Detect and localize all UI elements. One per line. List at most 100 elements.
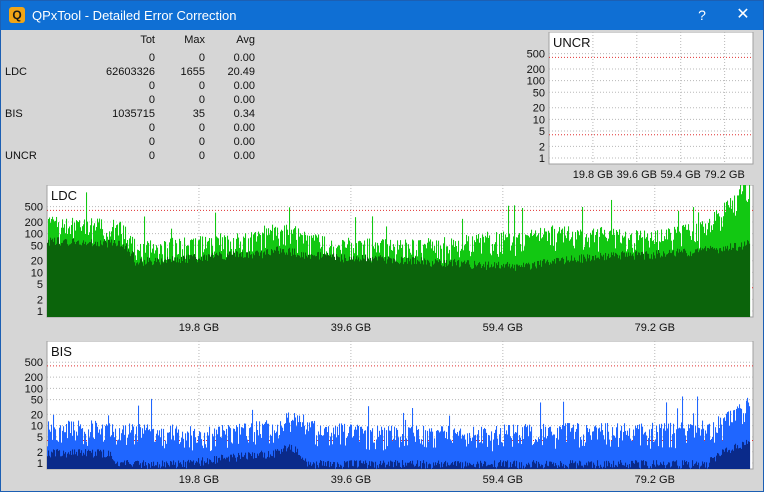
close-button[interactable]: ✕ (731, 5, 755, 25)
data-bar (465, 461, 467, 469)
data-bar (295, 254, 297, 317)
row-max: 0 (198, 122, 205, 134)
data-bar (106, 242, 108, 317)
data-bar (530, 269, 532, 317)
data-bar (377, 465, 379, 469)
data-bar (141, 437, 143, 469)
data-bar (133, 426, 135, 469)
data-bar (491, 464, 493, 469)
data-bar (290, 449, 292, 469)
data-bar (525, 424, 527, 469)
data-bar (688, 255, 690, 317)
data-bar (618, 258, 620, 317)
data-bar (67, 453, 69, 469)
data-bar (431, 428, 433, 469)
data-bar (138, 461, 140, 469)
data-bar (98, 246, 100, 317)
data-bar (514, 460, 516, 469)
data-bar (482, 466, 484, 469)
data-bar (437, 462, 439, 469)
data-bar (139, 262, 141, 317)
data-bar (558, 465, 560, 469)
data-bar (182, 466, 184, 469)
data-bar (744, 445, 746, 469)
y-tick-label: 50 (31, 240, 43, 252)
data-bar (323, 253, 325, 317)
data-bar (580, 262, 582, 317)
data-bar (176, 426, 178, 469)
data-bar (142, 262, 144, 317)
data-bar (358, 466, 360, 469)
data-bar (160, 264, 162, 317)
data-bar (724, 250, 726, 317)
data-bar (350, 460, 352, 469)
data-bar (572, 260, 574, 317)
data-bar (628, 252, 630, 317)
data-bar (392, 263, 394, 317)
data-bar (528, 262, 530, 317)
data-bar (308, 461, 310, 469)
data-bar (439, 259, 441, 317)
data-bar (518, 443, 520, 469)
data-bar (419, 466, 421, 469)
data-bar (91, 452, 93, 469)
data-bar (643, 460, 645, 469)
data-bar (180, 462, 182, 469)
data-bar (625, 256, 627, 317)
data-bar (586, 261, 588, 317)
data-bar (322, 256, 324, 317)
data-bar (121, 245, 123, 317)
data-bar (462, 262, 464, 317)
row-max: 0 (198, 150, 205, 162)
data-bar (123, 462, 125, 469)
data-bar (468, 443, 470, 469)
data-bar (62, 455, 64, 469)
data-bar (199, 258, 201, 317)
data-bar (347, 461, 349, 469)
data-bar (321, 257, 323, 317)
data-bar (533, 460, 535, 469)
data-bar (255, 458, 257, 469)
data-bar (372, 257, 374, 317)
data-bar (551, 263, 553, 317)
data-bar (370, 257, 372, 317)
data-bar (577, 463, 579, 469)
data-bar (615, 437, 617, 469)
y-tick-label: 1 (37, 306, 43, 318)
data-bar (732, 449, 734, 469)
data-bar (177, 432, 179, 469)
data-bar (202, 260, 204, 317)
data-bar (592, 431, 594, 469)
data-bar (303, 459, 305, 469)
data-bar (456, 265, 458, 317)
data-bar (251, 456, 253, 469)
data-bar (575, 260, 577, 317)
data-bar (212, 462, 214, 469)
data-bar (174, 440, 176, 469)
data-bar (700, 466, 702, 469)
data-bar (132, 424, 134, 469)
data-bar (699, 250, 701, 317)
data-bar (151, 261, 153, 317)
data-bar (592, 255, 594, 317)
data-bar (594, 260, 596, 317)
data-bar (648, 438, 650, 469)
data-bar (388, 256, 390, 317)
data-bar (701, 465, 703, 469)
data-bar (356, 460, 358, 469)
data-bar (415, 441, 417, 469)
data-bar (382, 256, 384, 317)
data-bar (507, 262, 509, 317)
data-bar (481, 268, 483, 317)
data-bar (313, 255, 315, 317)
data-bar (292, 248, 294, 317)
help-button[interactable]: ? (690, 5, 714, 25)
data-bar (709, 462, 711, 469)
data-bar (318, 467, 320, 469)
data-bar (665, 468, 667, 469)
data-bar (125, 425, 127, 469)
data-bar (96, 245, 98, 317)
data-bar (454, 461, 456, 469)
data-bar (386, 464, 388, 469)
data-bar (175, 257, 177, 317)
